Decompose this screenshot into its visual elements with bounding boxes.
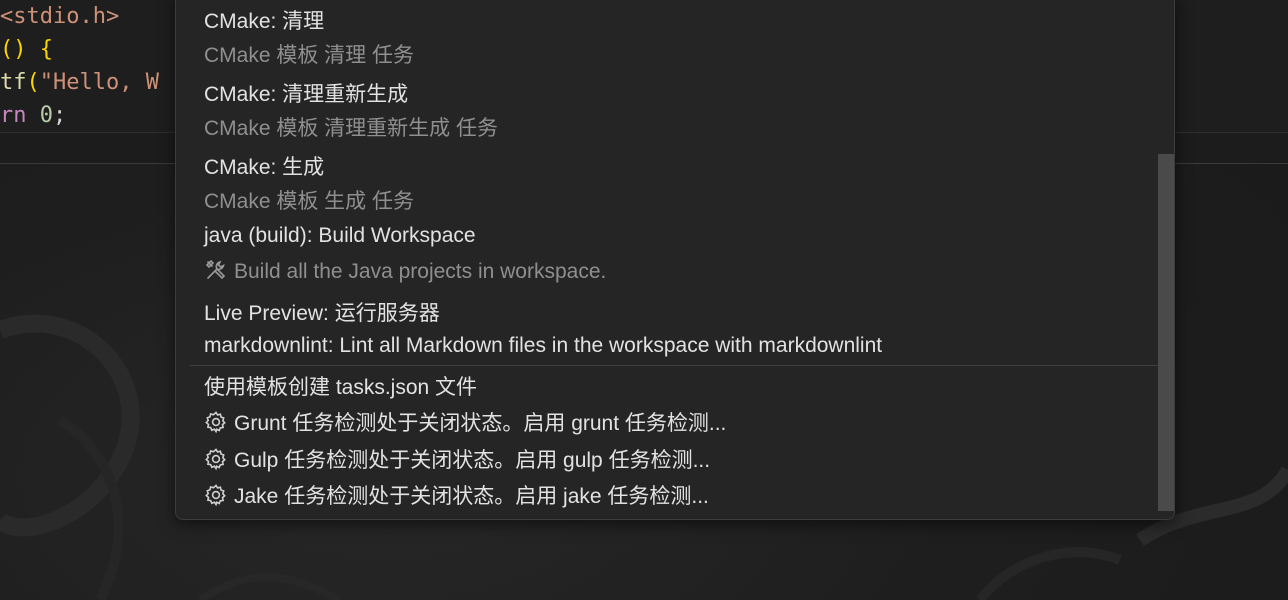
quick-pick-item-label: markdownlint: Lint all Markdown files in… bbox=[204, 334, 883, 357]
quick-pick-item-label: CMake: 生成 bbox=[204, 156, 325, 179]
scrollbar-track[interactable] bbox=[1158, 0, 1174, 519]
code-line[interactable]: tf("Hello, W bbox=[0, 66, 159, 99]
code-token: rn bbox=[0, 103, 40, 128]
detail-text: Build all the Java projects in workspace… bbox=[234, 260, 607, 283]
quick-pick-item-label: java (build): Build Workspace bbox=[204, 224, 476, 247]
code-line[interactable]: rn 0; bbox=[0, 99, 66, 132]
code-token: ( bbox=[26, 70, 40, 95]
code-token: 0 bbox=[39, 103, 53, 128]
code-token: tf bbox=[0, 70, 27, 95]
quick-pick-item-detail: Build all the Java projects in workspace… bbox=[204, 258, 606, 284]
label-text: 使用模板创建 tasks.json 文件 bbox=[204, 376, 478, 399]
label-text: Gulp 任务检测处于关闭状态。启用 gulp 任务检测... bbox=[234, 449, 711, 472]
code-token: <stdio.h> bbox=[0, 4, 120, 29]
gear-icon bbox=[204, 447, 228, 471]
quick-pick-item-label: Gulp 任务检测处于关闭状态。启用 gulp 任务检测... bbox=[204, 444, 710, 474]
quick-pick-item-label: CMake: 清理 bbox=[204, 10, 325, 33]
quick-pick-item-detail: CMake 模板 清理 任务 bbox=[204, 39, 414, 69]
quick-pick-item-detail: CMake 模板 生成 任务 bbox=[204, 185, 414, 215]
label-text: Jake 任务检测处于关闭状态。启用 jake 任务检测... bbox=[234, 485, 709, 508]
scrollbar-thumb[interactable] bbox=[1158, 154, 1174, 511]
group-separator bbox=[190, 365, 1160, 366]
code-line[interactable]: <stdio.h> bbox=[0, 0, 119, 33]
quick-pick-item-label: CMake: 清理重新生成 bbox=[204, 83, 409, 106]
quick-pick-item-label: Jake 任务检测处于关闭状态。启用 jake 任务检测... bbox=[204, 480, 709, 510]
quick-pick-item-label: Grunt 任务检测处于关闭状态。启用 grunt 任务检测... bbox=[204, 407, 726, 437]
quick-pick-item-label: Live Preview: 运行服务器 bbox=[204, 302, 440, 325]
gear-icon bbox=[204, 483, 228, 507]
quick-pick-item-label: 使用模板创建 tasks.json 文件 bbox=[204, 371, 477, 401]
code-token: () { bbox=[0, 37, 53, 62]
quick-pick-list[interactable]: CMake: 清理 CMake 模板 清理 任务 CMake: 清理重新生成 CMak… bbox=[176, 0, 1160, 519]
quick-pick-palette[interactable]: CMake: 清理 CMake 模板 清理 任务 CMake: 清理重新生成 CMak… bbox=[175, 0, 1175, 520]
gear-icon bbox=[204, 410, 228, 434]
code-token: ; bbox=[53, 103, 67, 128]
window-root: <stdio.h>() {tf("Hello, Wrn 0; CMake: 清理… bbox=[0, 0, 1288, 600]
label-text: Grunt 任务检测处于关闭状态。启用 grunt 任务检测... bbox=[234, 412, 727, 435]
code-token: "Hello, W bbox=[39, 70, 159, 95]
detail-text: CMake 模板 清理重新生成 任务 bbox=[204, 117, 499, 140]
detail-text: CMake 模板 清理 任务 bbox=[204, 44, 415, 67]
code-line[interactable]: () { bbox=[0, 33, 53, 66]
detail-text: CMake 模板 生成 任务 bbox=[204, 190, 415, 213]
tools-icon bbox=[204, 258, 228, 282]
quick-pick-item-detail: CMake 模板 清理重新生成 任务 bbox=[204, 112, 498, 142]
